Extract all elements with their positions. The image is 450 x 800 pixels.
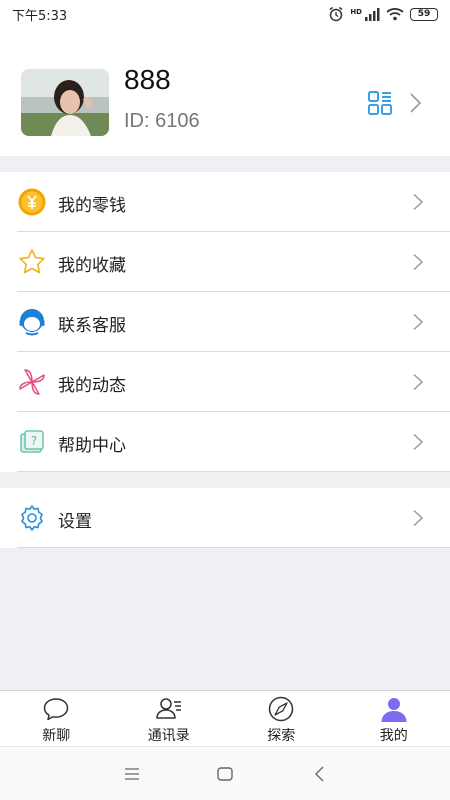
tab-new-chat[interactable]: 新聊 [0, 691, 113, 746]
menu-item-label: 联系客服 [58, 316, 126, 336]
chevron-right-icon [413, 509, 424, 527]
status-icons: HD 59 [328, 6, 438, 22]
back-icon[interactable] [311, 765, 329, 783]
wifi-icon [386, 8, 404, 21]
menu-item-customer-service[interactable]: 联系客服 [0, 292, 450, 352]
tab-explore[interactable]: 探索 [225, 691, 338, 746]
customer-service-icon [19, 309, 45, 336]
chevron-right-icon [413, 373, 424, 391]
menu-item-label: 我的零钱 [58, 196, 126, 216]
tab-label: 探索 [267, 728, 296, 744]
menu-item-label: 帮助中心 [58, 436, 126, 456]
chat-bubble-icon [44, 698, 69, 721]
tab-me[interactable]: 我的 [338, 691, 450, 746]
chevron-right-icon [413, 313, 424, 331]
tab-label: 通讯录 [147, 728, 190, 744]
menu-group-main: 我的零钱 我的收藏 联系客服 我的动态 ? 帮助中心 [0, 172, 450, 472]
tab-label: 我的 [379, 728, 408, 744]
home-icon[interactable] [216, 765, 234, 783]
help-icon: ? [20, 430, 44, 453]
hd-badge: HD [350, 8, 362, 16]
settings-gear-icon [21, 505, 43, 531]
profile-name: 888 [124, 64, 171, 95]
menu-item-moments[interactable]: 我的动态 [0, 352, 450, 412]
menu-icon[interactable] [123, 765, 141, 783]
pinwheel-icon [19, 369, 45, 395]
qr-code-icon[interactable] [367, 90, 393, 116]
yuan-coin-icon [18, 188, 46, 216]
menu-group-settings: 设置 [0, 488, 450, 548]
star-icon [19, 249, 45, 274]
avatar[interactable] [21, 69, 109, 136]
battery-icon: 59 [410, 7, 438, 21]
chevron-right-icon [413, 193, 424, 211]
contacts-icon [156, 698, 181, 719]
menu-item-settings[interactable]: 设置 [0, 488, 450, 548]
status-bar: 下午5:33 HD 59 [0, 0, 450, 28]
profile-id: ID: 6106 [124, 110, 200, 132]
menu-item-help[interactable]: ? 帮助中心 [0, 412, 450, 472]
compass-icon [269, 696, 294, 722]
status-time: 下午5:33 [12, 8, 68, 24]
menu-item-label: 设置 [58, 512, 92, 532]
chevron-right-icon [413, 433, 424, 451]
chevron-right-icon [413, 253, 424, 271]
signal-icon [365, 8, 380, 21]
alarm-icon [329, 6, 343, 22]
person-icon [381, 698, 407, 722]
chevron-right-icon[interactable] [408, 92, 422, 114]
profile-card[interactable]: 888 ID: 6106 [0, 28, 450, 156]
menu-item-favorites[interactable]: 我的收藏 [0, 232, 450, 292]
bottom-tab-bar: 新聊 通讯录 探索 我的 [0, 690, 450, 746]
menu-item-label: 我的动态 [58, 376, 126, 396]
menu-item-wallet[interactable]: 我的零钱 [0, 172, 450, 232]
menu-item-label: 我的收藏 [58, 256, 126, 276]
divider [17, 547, 450, 548]
svg-text:?: ? [31, 434, 37, 448]
tab-contacts[interactable]: 通讯录 [113, 691, 226, 746]
system-nav-bar [0, 746, 450, 800]
tab-label: 新聊 [42, 728, 71, 744]
divider [17, 471, 450, 472]
